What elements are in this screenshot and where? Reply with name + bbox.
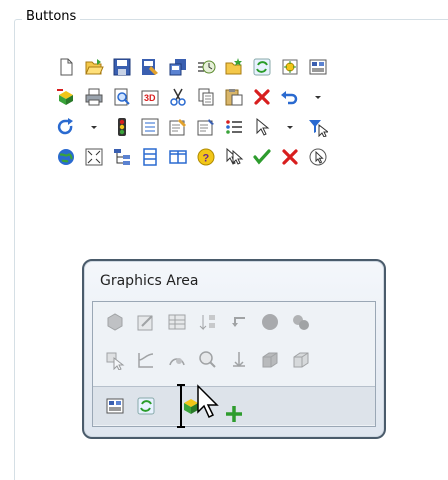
groupbox-title: Buttons bbox=[22, 9, 81, 24]
panel-row-2 bbox=[99, 346, 316, 374]
3d-icon[interactable]: 3D bbox=[136, 84, 164, 110]
import-icon[interactable] bbox=[52, 84, 80, 110]
cursor-select-icon[interactable] bbox=[220, 144, 248, 170]
button-row-2: 3D bbox=[52, 82, 332, 112]
rotate-view-icon[interactable] bbox=[161, 346, 192, 374]
copy-clipboard-icon[interactable] bbox=[192, 84, 220, 110]
new-document-icon[interactable] bbox=[52, 54, 80, 80]
file-properties-icon[interactable] bbox=[192, 114, 220, 140]
zoom-fit-icon[interactable] bbox=[80, 144, 108, 170]
copy-icon[interactable] bbox=[164, 54, 192, 80]
list-icon[interactable] bbox=[220, 114, 248, 140]
customize-icon[interactable] bbox=[304, 54, 332, 80]
customize-panel-icon[interactable] bbox=[99, 392, 130, 420]
select-dropdown-icon[interactable] bbox=[276, 114, 304, 140]
box-icon[interactable] bbox=[285, 346, 316, 374]
rebuild-icon[interactable] bbox=[248, 54, 276, 80]
svg-text:3D: 3D bbox=[144, 93, 156, 103]
insertion-ibeam-icon bbox=[177, 384, 185, 428]
redo-dropdown-icon[interactable] bbox=[80, 114, 108, 140]
redo-icon[interactable] bbox=[52, 114, 80, 140]
sphere-icon[interactable] bbox=[254, 308, 285, 336]
undo-icon[interactable] bbox=[276, 84, 304, 110]
return-icon[interactable] bbox=[223, 308, 254, 336]
check-icon[interactable] bbox=[248, 144, 276, 170]
panel-row-1 bbox=[99, 308, 316, 336]
select-arrow-icon[interactable] bbox=[99, 346, 130, 374]
table-icon[interactable] bbox=[161, 308, 192, 336]
button-row-4: ? bbox=[52, 142, 332, 172]
button-row-3 bbox=[52, 112, 332, 142]
help-icon[interactable]: ? bbox=[192, 144, 220, 170]
sort-icon[interactable] bbox=[192, 308, 223, 336]
zoom-area-icon[interactable] bbox=[192, 346, 223, 374]
recent-icon[interactable] bbox=[192, 54, 220, 80]
spheres-icon[interactable] bbox=[285, 308, 316, 336]
tree-icon[interactable] bbox=[108, 144, 136, 170]
drag-cursor-icon bbox=[197, 384, 219, 419]
globe-icon[interactable] bbox=[52, 144, 80, 170]
undo-dropdown-icon[interactable] bbox=[304, 84, 332, 110]
close-icon[interactable] bbox=[276, 144, 304, 170]
split-horizontal-icon[interactable] bbox=[164, 144, 192, 170]
save-icon[interactable] bbox=[108, 54, 136, 80]
add-plus-icon bbox=[226, 406, 242, 422]
split-vertical-icon[interactable] bbox=[136, 144, 164, 170]
cut-icon[interactable] bbox=[164, 84, 192, 110]
sketch-icon[interactable] bbox=[130, 308, 161, 336]
print-icon[interactable] bbox=[80, 84, 108, 110]
filter-icon[interactable] bbox=[304, 114, 332, 140]
properties-icon[interactable] bbox=[136, 114, 164, 140]
toolbar-button-grid: 3D ? bbox=[52, 52, 332, 172]
options-icon[interactable] bbox=[276, 54, 304, 80]
panel-title: Graphics Area bbox=[100, 273, 199, 289]
paste-icon[interactable] bbox=[220, 84, 248, 110]
open-folder-icon[interactable] bbox=[80, 54, 108, 80]
panel-row-3 bbox=[99, 392, 206, 420]
print-setup-icon[interactable] bbox=[136, 54, 164, 80]
curve-icon[interactable] bbox=[130, 346, 161, 374]
edit-properties-icon[interactable] bbox=[164, 114, 192, 140]
shaded-box-icon[interactable] bbox=[254, 346, 285, 374]
button-row-1 bbox=[52, 52, 332, 82]
svg-text:?: ? bbox=[203, 153, 210, 165]
traffic-light-icon[interactable] bbox=[108, 114, 136, 140]
print-preview-icon[interactable] bbox=[108, 84, 136, 110]
anchor-icon[interactable] bbox=[223, 346, 254, 374]
section-view-icon[interactable] bbox=[99, 308, 130, 336]
select-icon[interactable] bbox=[248, 114, 276, 140]
delete-icon[interactable] bbox=[248, 84, 276, 110]
clock-cursor-icon[interactable] bbox=[304, 144, 332, 170]
open-folder-star-icon[interactable] bbox=[220, 54, 248, 80]
rebuild-green-icon[interactable] bbox=[130, 392, 161, 420]
